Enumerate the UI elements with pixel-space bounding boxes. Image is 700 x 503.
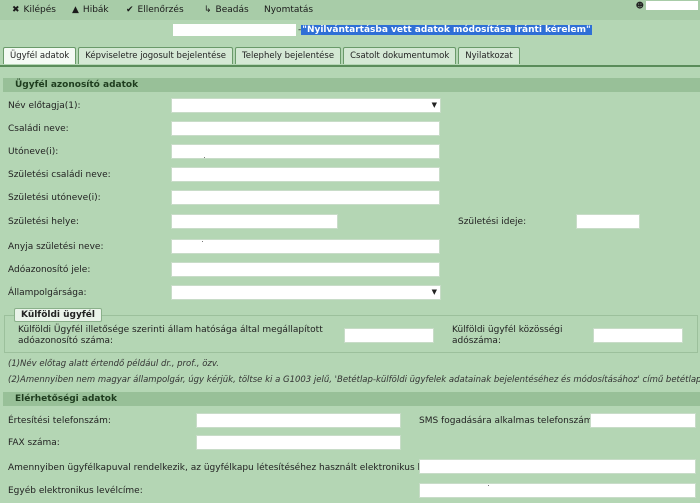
tab-divider xyxy=(0,65,700,67)
citizenship-label: Állampolgársága: xyxy=(8,288,87,298)
given-names-input[interactable] xyxy=(171,144,440,159)
check-button[interactable]: ✔ Ellenőrzés xyxy=(126,4,184,16)
other-email-input[interactable] xyxy=(419,483,696,498)
foreign-tax-id-label-1: Külföldi Ügyfél illetősége szerinti álla… xyxy=(18,325,323,335)
community-tax-input[interactable] xyxy=(593,328,683,343)
birth-family-name-input[interactable] xyxy=(171,167,440,182)
birth-place-input[interactable] xyxy=(171,214,338,229)
tab-declaration[interactable]: Nyilatkozat xyxy=(458,47,520,64)
exit-button[interactable]: ✖ Kilépés xyxy=(12,4,56,16)
birth-given-names-input[interactable] xyxy=(171,190,440,205)
phone-input[interactable] xyxy=(196,413,401,428)
foreign-tax-id-input[interactable] xyxy=(344,328,434,343)
mother-name-label: Anyja születési neve: xyxy=(8,242,104,252)
birth-date-input[interactable] xyxy=(576,214,640,229)
fax-input[interactable] xyxy=(196,435,401,450)
tab-client-data[interactable]: Ügyfél adatok xyxy=(3,47,77,64)
mother-name-input[interactable] xyxy=(171,239,440,254)
foreign-client-legend: Külföldi ügyfél xyxy=(14,308,102,322)
foreign-tax-id-label-2: adóazonosító száma: xyxy=(18,336,114,346)
citizenship-select[interactable]: ▼ xyxy=(171,285,441,300)
warning-icon: ▲ xyxy=(72,4,79,15)
errors-label: Hibák xyxy=(82,5,109,15)
check-icon: ✔ xyxy=(126,4,134,15)
tab-bar: Ügyfél adatok Képviseletre jogosult beje… xyxy=(3,47,520,65)
user-field xyxy=(646,1,698,10)
tax-id-input[interactable] xyxy=(171,262,440,277)
community-tax-label-2: adószáma: xyxy=(452,336,501,346)
errors-button[interactable]: ▲ Hibák xyxy=(72,4,109,16)
x-icon: ✖ xyxy=(12,4,20,15)
birth-date-label: Születési ideje: xyxy=(458,217,527,227)
form-id-field xyxy=(173,24,296,36)
form-title: - "Nyilvántartásba vett adatok módosítás… xyxy=(298,24,592,36)
chevron-down-icon: ▼ xyxy=(431,288,437,296)
note-foreign-citizen: (2)Amennyiben nem magyar állampolgár, úg… xyxy=(8,375,700,385)
other-email-label: Egyéb elektronikus levélcíme: xyxy=(8,486,143,496)
family-name-input[interactable] xyxy=(171,121,440,136)
sms-phone-label: SMS fogadására alkalmas telefonszám: xyxy=(419,416,596,426)
submit-label: Beadás xyxy=(215,5,249,15)
name-prefix-label: Név előtagja(1): xyxy=(8,101,81,111)
client-gate-email-label: Amennyiben ügyfélkapuval rendelkezik, az… xyxy=(8,463,464,473)
fax-label: FAX száma: xyxy=(8,438,60,448)
title-highlighted: "Nyilvántartásba vett adatok módosítása … xyxy=(301,25,592,35)
sms-phone-input[interactable] xyxy=(590,413,696,428)
submit-button[interactable]: ↳ Beadás xyxy=(204,4,249,16)
print-button[interactable]: Nyomtatás xyxy=(264,4,313,16)
person-icon: ☻ xyxy=(635,1,644,10)
print-label: Nyomtatás xyxy=(264,5,314,15)
birth-place-label: Születési helye: xyxy=(8,217,79,227)
tab-attachments[interactable]: Csatolt dokumentumok xyxy=(343,47,457,64)
community-tax-label-1: Külföldi ügyfél közösségi xyxy=(452,325,563,335)
check-label: Ellenőrzés xyxy=(137,5,184,15)
birth-given-names-label: Születési utóneve(i): xyxy=(8,193,101,203)
toolbar: ✖ Kilépés ▲ Hibák ✔ Ellenőrzés ↳ Beadás … xyxy=(0,0,700,20)
birth-family-name-label: Születési családi neve: xyxy=(8,170,111,180)
given-names-label: Utóneve(i): xyxy=(8,147,59,157)
phone-label: Értesítési telefonszám: xyxy=(8,416,111,426)
tab-site[interactable]: Telephely bejelentése xyxy=(234,47,342,64)
note-name-prefix: (1)Név előtag alatt értendő például dr.,… xyxy=(8,359,219,369)
family-name-label: Családi neve: xyxy=(8,124,69,134)
submit-arrow-icon: ↳ xyxy=(204,4,212,15)
chevron-down-icon: ▼ xyxy=(431,101,437,109)
section-contact: Elérhetőségi adatok xyxy=(3,392,700,406)
tax-id-label: Adóazonosító jele: xyxy=(8,265,91,275)
client-gate-email-input[interactable] xyxy=(419,459,696,474)
section-client-id: Ügyfél azonosító adatok xyxy=(3,78,700,92)
name-prefix-select[interactable]: ▼ xyxy=(171,98,441,113)
exit-label: Kilépés xyxy=(23,5,56,15)
tab-representative[interactable]: Képviseletre jogosult bejelentése xyxy=(78,47,233,64)
